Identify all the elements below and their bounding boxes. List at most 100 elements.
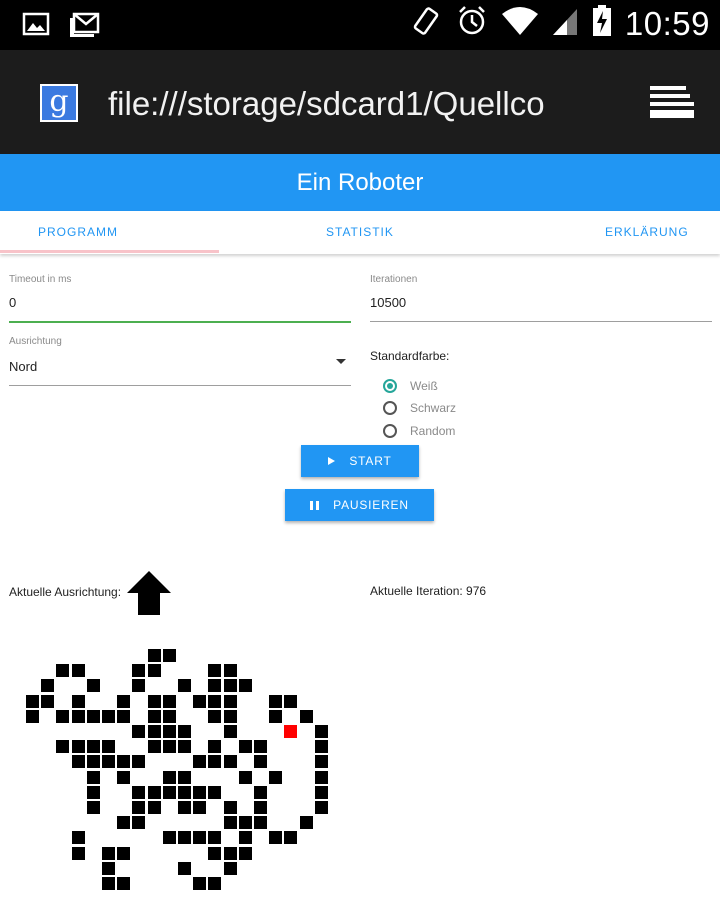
black-cell (41, 695, 54, 708)
black-cell (254, 786, 267, 799)
black-cell (132, 786, 145, 799)
radio-schwarz-label[interactable]: Schwarz (410, 401, 456, 415)
timeout-underline (9, 321, 351, 323)
black-cell (254, 740, 267, 753)
black-cell (208, 710, 221, 723)
vibrate-icon (409, 4, 443, 43)
active-tab-indicator (0, 250, 219, 253)
current-direction-label: Aktuelle Ausrichtung: (9, 585, 122, 599)
play-icon (328, 457, 336, 465)
black-cell (132, 679, 145, 692)
iterations-input[interactable]: 10500 (370, 295, 406, 310)
direction-label: Ausrichtung (9, 336, 62, 347)
tab-erklaerung[interactable]: ERKLÄRUNG (605, 211, 689, 254)
gallery-icon (22, 10, 50, 43)
black-cell (117, 771, 130, 784)
black-cell (315, 801, 328, 814)
tab-statistik[interactable]: STATISTIK (326, 211, 394, 254)
black-cell (87, 755, 100, 768)
tab-programm[interactable]: PROGRAMM (38, 211, 118, 254)
black-cell (87, 710, 100, 723)
black-cell (224, 710, 237, 723)
robot-cell (284, 725, 297, 738)
black-cell (178, 831, 191, 844)
black-cell (132, 755, 145, 768)
black-cell (224, 801, 237, 814)
direction-underline (9, 385, 351, 386)
pause-button[interactable]: PAUSIEREN (285, 489, 434, 521)
black-cell (148, 740, 161, 753)
black-cell (208, 740, 221, 753)
black-cell (87, 786, 100, 799)
black-cell (178, 725, 191, 738)
black-cell (239, 847, 252, 860)
chevron-down-icon[interactable] (336, 359, 346, 364)
black-cell (224, 816, 237, 829)
tab-bar: PROGRAMM STATISTIK ERKLÄRUNG (0, 211, 720, 254)
black-cell (132, 664, 145, 677)
black-cell (132, 801, 145, 814)
black-cell (254, 755, 267, 768)
black-cell (132, 816, 145, 829)
black-cell (224, 847, 237, 860)
black-cell (178, 771, 191, 784)
status-time: 10:59 (624, 4, 710, 42)
radio-random-label[interactable]: Random (410, 424, 455, 438)
black-cell (208, 695, 221, 708)
black-cell (72, 695, 85, 708)
black-cell (72, 740, 85, 753)
black-cell (208, 664, 221, 677)
black-cell (72, 831, 85, 844)
tabs-menu-icon[interactable] (648, 84, 696, 127)
black-cell (208, 786, 221, 799)
start-button[interactable]: START (301, 445, 419, 477)
black-cell (87, 740, 100, 753)
black-cell (315, 755, 328, 768)
direction-select[interactable]: Nord (9, 359, 37, 374)
black-cell (163, 831, 176, 844)
black-cell (148, 725, 161, 738)
black-cell (269, 710, 282, 723)
black-cell (117, 877, 130, 890)
radio-weiss-label[interactable]: Weiß (410, 379, 438, 393)
black-cell (148, 710, 161, 723)
radio-random[interactable] (383, 424, 397, 438)
black-cell (239, 816, 252, 829)
black-cell (178, 862, 191, 875)
black-cell (300, 710, 313, 723)
black-cell (163, 649, 176, 662)
black-cell (87, 679, 100, 692)
radio-weiss[interactable] (383, 379, 397, 393)
black-cell (239, 740, 252, 753)
timeout-input[interactable]: 0 (9, 295, 16, 310)
black-cell (193, 801, 206, 814)
current-iteration: Aktuelle Iteration: 976 (370, 584, 487, 598)
black-cell (269, 695, 282, 708)
black-cell (254, 816, 267, 829)
black-cell (102, 710, 115, 723)
black-cell (163, 771, 176, 784)
pause-icon (310, 500, 320, 510)
timeout-label: Timeout in ms (9, 274, 72, 285)
alarm-icon (455, 4, 489, 43)
black-cell (148, 801, 161, 814)
black-cell (269, 771, 282, 784)
black-cell (239, 679, 252, 692)
black-cell (72, 847, 85, 860)
black-cell (224, 664, 237, 677)
google-icon[interactable]: g (40, 84, 78, 122)
black-cell (208, 679, 221, 692)
black-cell (208, 847, 221, 860)
address-bar[interactable]: file:///storage/sdcard1/Quellco (108, 84, 604, 124)
black-cell (72, 664, 85, 677)
wifi-icon (501, 5, 539, 42)
radio-schwarz[interactable] (383, 401, 397, 415)
black-cell (178, 786, 191, 799)
black-cell (239, 771, 252, 784)
black-cell (163, 710, 176, 723)
black-cell (269, 831, 282, 844)
iterations-underline (370, 321, 712, 322)
black-cell (102, 877, 115, 890)
black-cell (300, 816, 313, 829)
black-cell (315, 740, 328, 753)
